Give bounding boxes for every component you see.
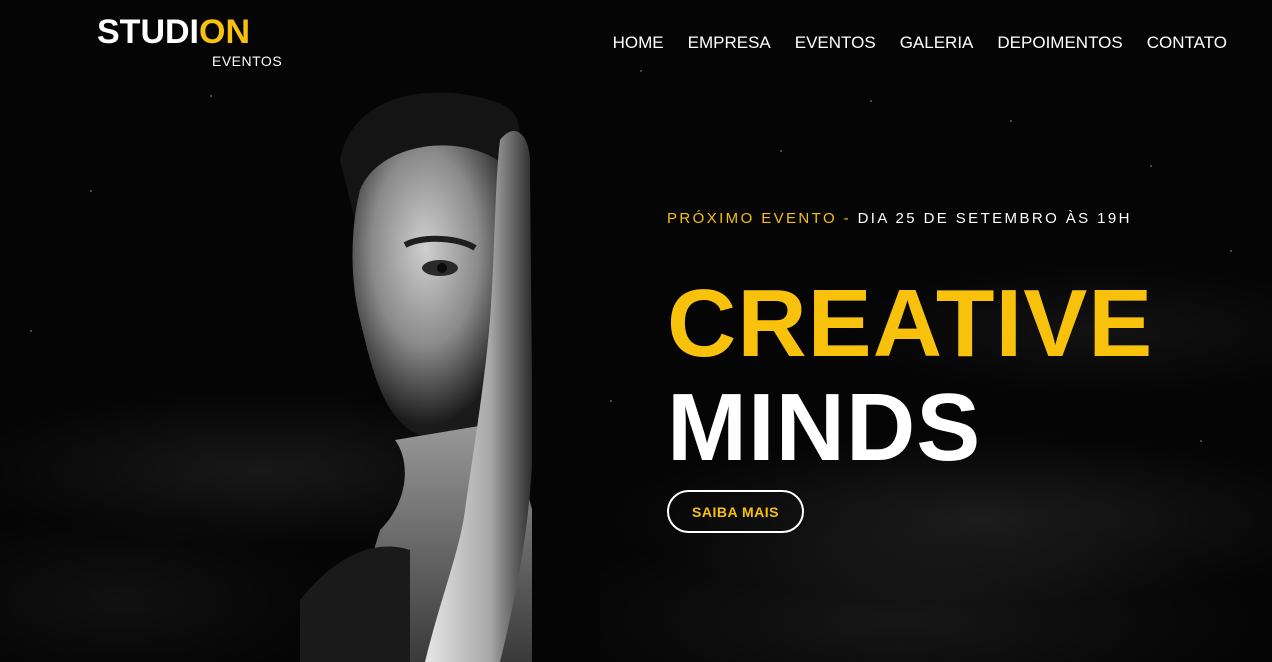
header: STUDION EVENTOS HOME EMPRESA EVENTOS GAL… [0, 0, 1272, 80]
hero-title: CREATIVE MINDS [667, 272, 1247, 480]
hero-title-line1: CREATIVE [667, 270, 1154, 377]
nav-item-contato[interactable]: CONTATO [1147, 33, 1227, 53]
hero-title-line2: MINDS [667, 374, 982, 481]
logo-accent-text: ON [199, 13, 250, 51]
main-nav: HOME EMPRESA EVENTOS GALERIA DEPOIMENTOS… [613, 33, 1227, 53]
brand-logo[interactable]: STUDION EVENTOS [97, 13, 287, 73]
logo-subtext: EVENTOS [212, 53, 283, 69]
next-event-date: DIA 25 DE SETEMBRO ÀS 19H [857, 210, 1132, 227]
next-event-separator: - [843, 210, 851, 227]
portrait-image [300, 80, 600, 662]
nav-item-empresa[interactable]: EMPRESA [688, 33, 771, 53]
nav-item-galeria[interactable]: GALERIA [900, 33, 974, 53]
logo-main-text: STUDI [97, 13, 199, 51]
nav-item-home[interactable]: HOME [613, 33, 664, 53]
nav-item-depoimentos[interactable]: DEPOIMENTOS [997, 33, 1122, 53]
next-event-line: PRÓXIMO EVENTO - DIA 25 DE SETEMBRO ÀS 1… [667, 208, 1247, 230]
nav-item-eventos[interactable]: EVENTOS [795, 33, 876, 53]
logo-wordmark: STUDION [97, 13, 250, 51]
next-event-label: PRÓXIMO EVENTO [667, 210, 838, 227]
hero-content: PRÓXIMO EVENTO - DIA 25 DE SETEMBRO ÀS 1… [667, 208, 1247, 480]
saiba-mais-button[interactable]: SAIBA MAIS [667, 490, 804, 533]
